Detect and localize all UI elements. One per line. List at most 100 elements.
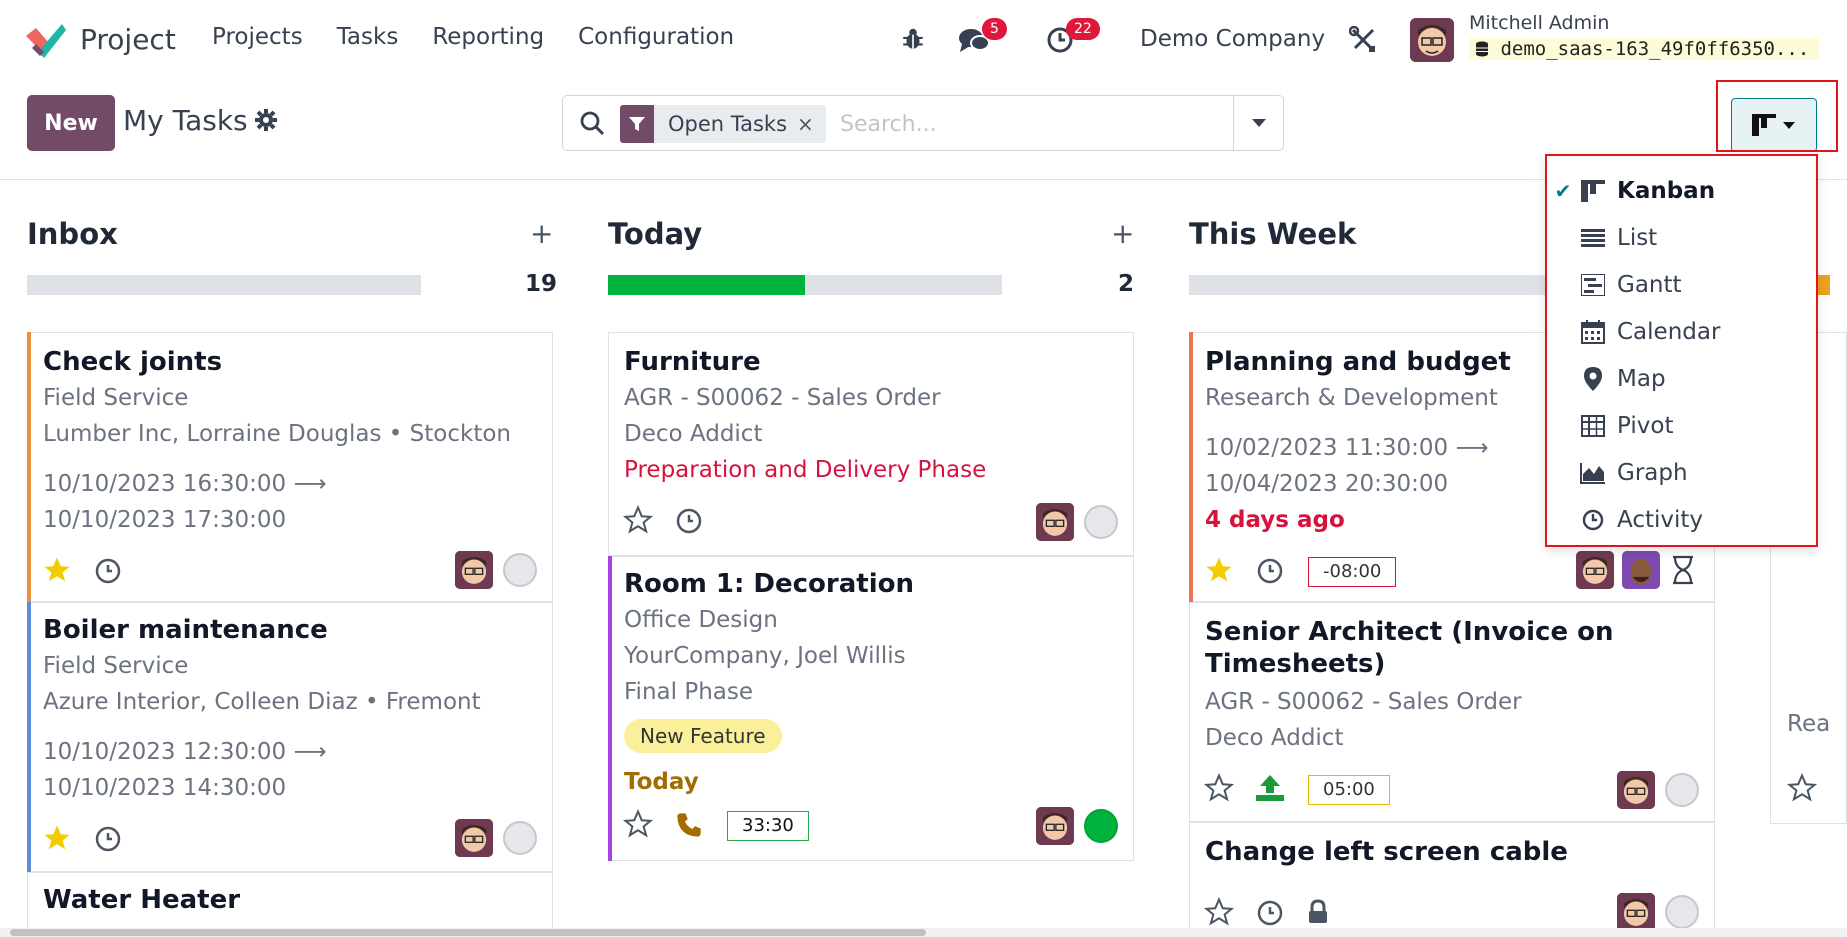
clock-icon[interactable] (94, 557, 122, 589)
assignee-avatar[interactable] (1617, 771, 1655, 809)
card-date-end: 10/10/2023 14:30:00 (43, 775, 287, 801)
facet-remove-icon[interactable]: × (797, 112, 826, 136)
user-avatar[interactable] (1410, 18, 1454, 62)
card-title: Furniture (624, 347, 761, 377)
clock-icon[interactable] (1256, 899, 1284, 931)
app-brand[interactable]: Project (24, 18, 176, 60)
list-icon (1579, 224, 1607, 252)
kanban-card[interactable]: Boiler maintenance Field Service Azure I… (27, 602, 553, 872)
star-outline-icon[interactable] (1203, 772, 1235, 807)
menu-configuration[interactable]: Configuration (578, 24, 734, 50)
menu-reporting[interactable]: Reporting (432, 24, 544, 50)
star-filled-icon[interactable] (1204, 555, 1234, 589)
view-calendar[interactable]: Calendar (1547, 309, 1816, 355)
star-outline-icon[interactable] (1203, 896, 1235, 931)
view-graph[interactable]: Graph (1547, 450, 1816, 496)
card-project: Office Design (624, 607, 778, 633)
card-title: Change left screen cable (1205, 837, 1568, 867)
arrow-right-icon: ⟶ (293, 471, 327, 497)
column-progress-bar[interactable] (608, 275, 1002, 295)
activities-badge: 22 (1066, 18, 1100, 40)
card-partner: Lumber Inc, Lorraine Douglas • Stockton (43, 421, 511, 447)
activities-button[interactable]: 22 (1046, 18, 1116, 54)
color-stripe (608, 556, 612, 861)
messages-button[interactable]: 5 (958, 18, 1018, 54)
card-partial-text: Rea (1787, 711, 1831, 737)
view-gantt[interactable]: Gantt (1547, 262, 1816, 308)
card-partner: Deco Addict (1205, 725, 1344, 751)
view-label: List (1617, 225, 1658, 251)
star-outline-icon[interactable] (1786, 772, 1818, 807)
kanban-card[interactable]: Check joints Field Service Lumber Inc, L… (27, 332, 553, 602)
kanban-card[interactable]: Room 1: Decoration Office Design YourCom… (608, 556, 1134, 861)
assignee-avatar-2[interactable] (1622, 551, 1660, 589)
menu-tasks[interactable]: Tasks (337, 24, 399, 50)
assignee-avatar[interactable] (1036, 503, 1074, 541)
assignee-avatar[interactable] (1576, 551, 1614, 589)
assignee-avatar[interactable] (1036, 807, 1074, 845)
star-outline-icon[interactable] (622, 504, 654, 539)
kanban-state-done-dot[interactable] (1084, 809, 1118, 843)
search-input[interactable] (840, 106, 1220, 142)
clock-icon (1579, 506, 1607, 534)
kanban-state-dot[interactable] (1665, 895, 1699, 929)
view-kanban[interactable]: ✔ Kanban (1547, 168, 1816, 214)
star-filled-icon[interactable] (42, 823, 72, 857)
avatar (1410, 18, 1454, 62)
assignee-avatar[interactable] (455, 819, 493, 857)
search-options-toggle[interactable] (1233, 96, 1283, 150)
card-date-end: 10/10/2023 17:30:00 (43, 507, 287, 533)
column-progress-bar[interactable] (1189, 275, 1583, 295)
kanban-state-dot[interactable] (1665, 773, 1699, 807)
view-list[interactable]: List (1547, 215, 1816, 261)
area-chart-icon (1579, 459, 1607, 487)
kanban-card[interactable]: Change left screen cable (1189, 822, 1715, 937)
kanban-state-dot[interactable] (1084, 505, 1118, 539)
filter-icon (620, 105, 654, 143)
card-project: Research & Development (1205, 385, 1498, 411)
menu-projects[interactable]: Projects (212, 24, 303, 50)
view-activity[interactable]: Activity (1547, 497, 1816, 543)
hourglass-icon[interactable] (1670, 555, 1696, 589)
quick-create-icon[interactable]: + (530, 217, 553, 250)
column-count: 2 (1118, 271, 1135, 297)
timer-badge: -08:00 (1308, 557, 1397, 587)
kanban-card[interactable]: Senior Architect (Invoice on Timesheets)… (1189, 602, 1715, 822)
tools-icon[interactable] (1349, 26, 1377, 54)
search-icon[interactable] (579, 110, 605, 140)
quick-create-icon[interactable]: + (1111, 217, 1134, 250)
top-navbar: Project Projects Tasks Reporting Configu… (0, 0, 1847, 82)
view-map[interactable]: Map (1547, 356, 1816, 402)
card-date-start: 10/02/2023 11:30:00 ⟶ (1205, 435, 1488, 461)
debug-icon[interactable] (900, 26, 926, 52)
star-filled-icon[interactable] (42, 555, 72, 589)
kanban-card[interactable]: Furniture AGR - S00062 - Sales Order Dec… (608, 332, 1134, 556)
horizontal-scrollbar[interactable] (0, 928, 1847, 937)
kanban-state-dot[interactable] (503, 553, 537, 587)
scrollbar-thumb[interactable] (10, 929, 926, 936)
view-label: Gantt (1617, 272, 1682, 298)
company-switcher[interactable]: Demo Company (1140, 26, 1325, 52)
kanban-state-dot[interactable] (503, 821, 537, 855)
kanban-column-today: Today + 2 Furniture AGR - S00062 - Sales… (608, 181, 1134, 937)
view-label: Calendar (1617, 319, 1721, 345)
phone-icon[interactable] (675, 811, 703, 843)
column-title: Today (608, 217, 703, 251)
clock-icon[interactable] (675, 507, 703, 539)
progress-fill (608, 275, 805, 295)
star-outline-icon[interactable] (622, 808, 654, 843)
upload-icon[interactable] (1254, 773, 1286, 807)
facet-label: Open Tasks (668, 112, 788, 136)
assignee-avatar[interactable] (455, 551, 493, 589)
clock-icon[interactable] (94, 825, 122, 857)
assignee-avatar[interactable] (1617, 893, 1655, 931)
timer-badge: 33:30 (727, 811, 809, 841)
card-date-start: 10/10/2023 12:30:00 ⟶ (43, 739, 326, 765)
user-name[interactable]: Mitchell Admin (1469, 12, 1609, 34)
view-pivot[interactable]: Pivot (1547, 403, 1816, 449)
new-button[interactable]: New (27, 95, 115, 151)
page-title: My Tasks (123, 104, 248, 137)
gear-icon[interactable] (254, 108, 278, 136)
column-progress-bar[interactable] (27, 275, 421, 295)
clock-icon[interactable] (1256, 557, 1284, 589)
